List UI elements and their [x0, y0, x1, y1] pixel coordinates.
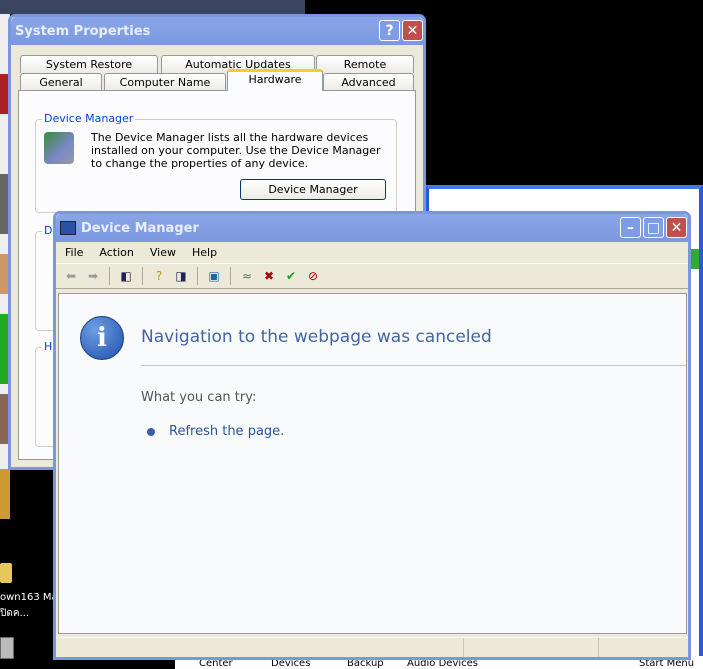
divider	[141, 365, 686, 366]
close-button[interactable]: ✕	[666, 217, 687, 238]
bullet-icon	[147, 428, 155, 436]
update-driver-icon[interactable]: ≈	[238, 268, 256, 284]
window-title: Device Manager	[81, 220, 199, 236]
computer-icon	[60, 221, 76, 235]
refresh-page-link[interactable]: Refresh the page.	[169, 424, 284, 439]
device-manager-description: The Device Manager lists all the hardwar…	[91, 131, 381, 170]
back-arrow-icon[interactable]: ⬅	[62, 268, 80, 284]
tab-general[interactable]: General	[20, 73, 102, 91]
properties-help-icon[interactable]: ?	[150, 268, 168, 284]
enable-device-icon[interactable]: ✔	[282, 268, 300, 284]
uninstall-icon[interactable]: ✖	[260, 268, 278, 284]
desktop-icon-label-2[interactable]: ปิดค...	[0, 606, 29, 621]
status-bar	[56, 637, 688, 657]
desktop-icon-label[interactable]: own163 Ma	[0, 592, 58, 603]
help-button[interactable]: ?	[379, 20, 400, 41]
maximize-button[interactable]: □	[643, 217, 664, 238]
close-button[interactable]: ✕	[402, 20, 423, 41]
try-label: What you can try:	[141, 390, 257, 405]
title-bar[interactable]: System Properties	[11, 17, 423, 45]
menu-action[interactable]: Action	[99, 246, 133, 259]
tab-system-restore[interactable]: System Restore	[20, 55, 158, 73]
content-pane: i Navigation to the webpage was canceled…	[58, 293, 687, 634]
menu-help[interactable]: Help	[192, 246, 217, 259]
group-label: Device Manager	[42, 112, 136, 125]
tab-hardware[interactable]: Hardware	[227, 69, 323, 91]
device-manager-group: Device Manager The Device Manager lists …	[35, 112, 397, 213]
info-icon: i	[80, 316, 124, 360]
computer-icon[interactable]	[0, 637, 14, 659]
show-hide-console-tree-icon[interactable]: ◧	[117, 268, 135, 284]
menu-file[interactable]: File	[65, 246, 83, 259]
minimize-button[interactable]: –	[620, 217, 641, 238]
menu-view[interactable]: View	[150, 246, 176, 259]
tab-advanced[interactable]: Advanced	[323, 73, 414, 91]
disable-device-icon[interactable]: ⊘	[304, 268, 322, 284]
forward-arrow-icon[interactable]: ➡	[84, 268, 102, 284]
window-title: System Properties	[15, 23, 151, 39]
show-hide-action-pane-icon[interactable]: ◨	[172, 268, 190, 284]
toolbar: ⬅ ➡ ◧ ? ◨ ▣ ≈ ✖ ✔ ⊘	[56, 263, 688, 289]
device-manager-button[interactable]: Device Manager	[240, 179, 386, 200]
error-title: Navigation to the webpage was canceled	[141, 327, 492, 347]
menu-bar: File Action View Help	[56, 242, 688, 262]
desktop-background	[0, 0, 305, 14]
folder-icon[interactable]	[0, 563, 12, 583]
device-manager-window: Device Manager – □ ✕ File Action View He…	[53, 211, 691, 660]
device-manager-icon	[44, 132, 74, 164]
tab-computer-name[interactable]: Computer Name	[104, 73, 226, 91]
scan-hardware-icon[interactable]: ▣	[205, 268, 223, 284]
tab-remote[interactable]: Remote	[316, 55, 414, 73]
title-bar[interactable]: Device Manager	[56, 214, 688, 242]
